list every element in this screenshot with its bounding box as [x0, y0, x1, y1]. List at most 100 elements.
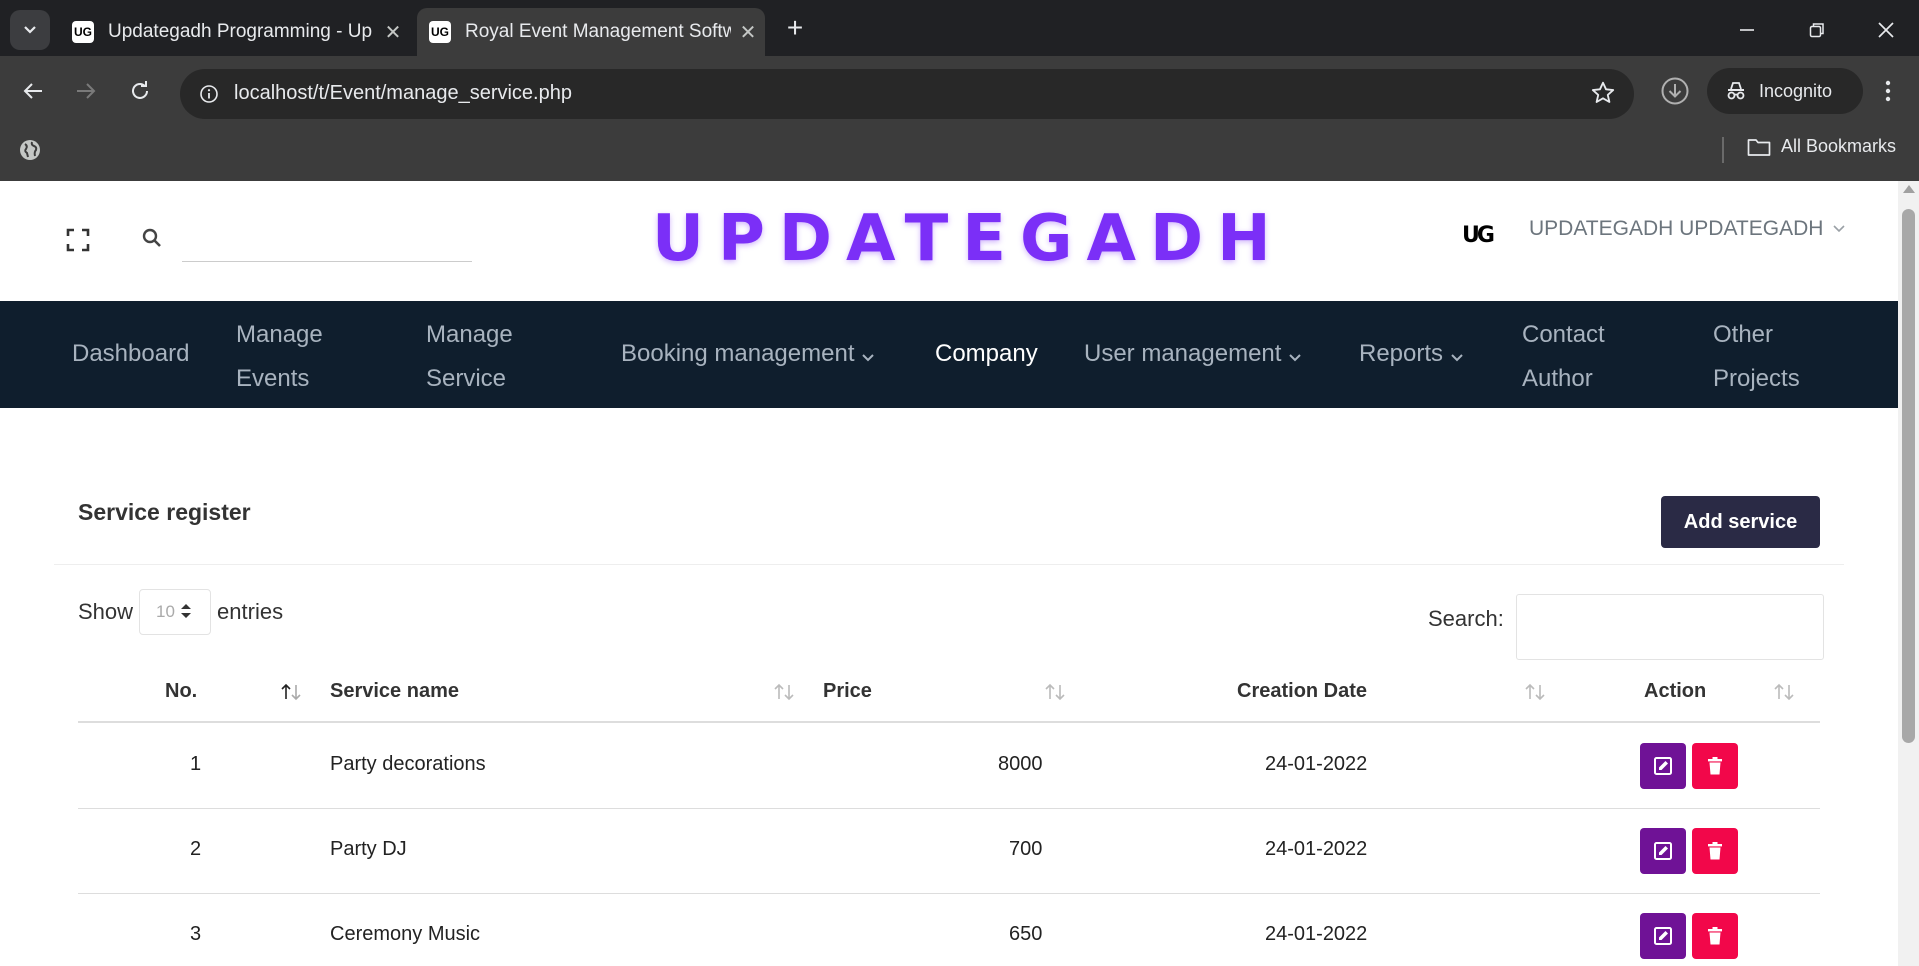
header-search-input[interactable] [182, 219, 472, 262]
browser-menu-button[interactable] [1873, 72, 1903, 110]
close-tab-icon[interactable]: ✕ [731, 20, 765, 45]
minimize-button[interactable] [1727, 10, 1767, 50]
select-arrows-icon [180, 603, 192, 624]
column-header-no[interactable]: No. [165, 661, 197, 721]
table-search-label: Search: [1428, 606, 1504, 631]
close-window-button[interactable] [1866, 10, 1906, 50]
edit-button[interactable] [1640, 743, 1686, 789]
brand-logo[interactable]: UPDATEGADH [652, 199, 1285, 279]
back-button[interactable] [14, 72, 52, 110]
nav-contact-author[interactable]: Contact Author [1522, 313, 1605, 401]
delete-button[interactable] [1692, 828, 1738, 874]
column-header-service-name[interactable]: Service name [330, 661, 459, 721]
incognito-badge[interactable]: Incognito [1707, 68, 1863, 114]
trash-icon [1708, 757, 1722, 775]
edit-icon [1654, 927, 1672, 945]
nav-company[interactable]: Company [935, 332, 1038, 376]
all-bookmarks-button[interactable]: All Bookmarks [1747, 136, 1896, 157]
downloads-button[interactable] [1656, 72, 1694, 110]
forward-button[interactable] [67, 72, 105, 110]
cell-service-name: Party decorations [330, 753, 486, 775]
cell-creation-date: 24-01-2022 [1265, 923, 1368, 945]
fullscreen-icon[interactable] [66, 228, 90, 257]
sort-icon[interactable] [1773, 683, 1795, 706]
chevron-down-icon [1833, 225, 1845, 233]
nav-label: Other [1713, 321, 1774, 348]
nav-label: Author [1522, 365, 1593, 392]
nav-label: Dashboard [72, 340, 190, 367]
scrollbar-thumb[interactable] [1902, 209, 1915, 743]
user-menu[interactable]: UPDATEGADH UPDATEGADH [1529, 217, 1845, 241]
nav-label: Service [426, 365, 507, 392]
table-search-input[interactable] [1516, 594, 1824, 660]
edit-button[interactable] [1640, 828, 1686, 874]
chevron-down-icon [24, 26, 36, 34]
address-bar[interactable]: localhost/t/Event/manage_service.php [180, 69, 1634, 119]
new-tab-button[interactable]: + [780, 14, 810, 44]
site-info-icon[interactable] [194, 79, 224, 109]
globe-icon[interactable] [18, 138, 42, 167]
minimize-icon [1740, 29, 1754, 31]
scroll-up-icon[interactable] [1903, 185, 1915, 193]
entries-label: entries [217, 599, 284, 624]
service-register-card: Service register Add service Show 10 ent… [54, 481, 1844, 966]
url-text: localhost/t/Event/manage_service.php [234, 82, 572, 104]
cell-no: 2 [190, 838, 202, 860]
nav-label: Projects [1713, 365, 1800, 392]
divider [54, 564, 1844, 565]
nav-reports[interactable]: Reports [1359, 332, 1463, 377]
delete-button[interactable] [1692, 913, 1738, 959]
cell-service-name: Ceremony Music [330, 923, 481, 945]
entries-length-control: Show 10 entries [78, 589, 283, 635]
column-header-creation-date[interactable]: Creation Date [1237, 661, 1367, 721]
nav-label: Reports [1359, 340, 1444, 367]
column-header-action[interactable]: Action [1644, 661, 1706, 721]
nav-other-projects[interactable]: Other Projects [1713, 313, 1800, 401]
restore-icon [1809, 23, 1824, 38]
entries-select[interactable]: 10 [139, 589, 212, 635]
avatar[interactable]: UG [1460, 218, 1495, 252]
browser-toolbar: localhost/t/Event/manage_service.php Inc… [0, 56, 1919, 126]
tab-search-button[interactable] [10, 10, 50, 50]
edit-button[interactable] [1640, 913, 1686, 959]
sort-icon[interactable] [773, 683, 795, 706]
nav-booking-management[interactable]: Booking management [621, 332, 875, 377]
add-service-button[interactable]: Add service [1661, 496, 1820, 548]
restore-button[interactable] [1797, 10, 1837, 50]
cell-creation-date: 24-01-2022 [1265, 838, 1368, 860]
delete-button[interactable] [1692, 743, 1738, 789]
browser-tab[interactable]: UG Updategadh Programming - Up ✕ [60, 8, 410, 56]
nav-manage-events[interactable]: Manage Events [236, 313, 323, 401]
nav-user-management[interactable]: User management [1084, 332, 1302, 377]
nav-dashboard[interactable]: Dashboard [72, 332, 189, 376]
tab-title: Royal Event Management Softw [465, 21, 731, 42]
favicon-icon: UG [72, 21, 94, 43]
cell-no: 1 [190, 753, 202, 775]
show-label: Show [78, 599, 134, 624]
column-header-price[interactable]: Price [823, 661, 872, 721]
bookmark-star-icon[interactable] [1590, 80, 1616, 111]
trash-icon [1708, 927, 1722, 945]
forward-arrow-icon [77, 83, 96, 99]
browser-tab-strip: UG Updategadh Programming - Up ✕ UG Roya… [0, 0, 1919, 56]
browser-tab-active[interactable]: UG Royal Event Management Softw ✕ [417, 8, 765, 56]
table-row: 1 Party decorations 8000 24-01-2022 [78, 723, 1820, 809]
nav-manage-service[interactable]: Manage Service [426, 313, 513, 401]
main-nav: Dashboard Manage Events Manage Service Boo… [0, 301, 1898, 408]
edit-icon [1654, 842, 1672, 860]
sort-asc-icon[interactable] [280, 683, 302, 706]
folder-icon [1747, 137, 1771, 157]
all-bookmarks-label: All Bookmarks [1781, 136, 1897, 156]
sort-icon[interactable] [1524, 683, 1546, 706]
table-row: 2 Party DJ 700 24-01-2022 [78, 808, 1820, 894]
card-title: Service register [78, 499, 251, 525]
more-vert-icon [1885, 80, 1891, 102]
close-tab-icon[interactable]: ✕ [376, 20, 410, 45]
favicon-icon: UG [429, 21, 451, 43]
bookmarks-separator [1722, 137, 1724, 163]
reload-button[interactable] [121, 72, 159, 110]
bookmarks-bar: All Bookmarks [0, 126, 1919, 181]
sort-icon[interactable] [1044, 683, 1066, 706]
page-scrollbar[interactable] [1898, 181, 1919, 966]
cell-price: 700 [1009, 838, 1043, 860]
